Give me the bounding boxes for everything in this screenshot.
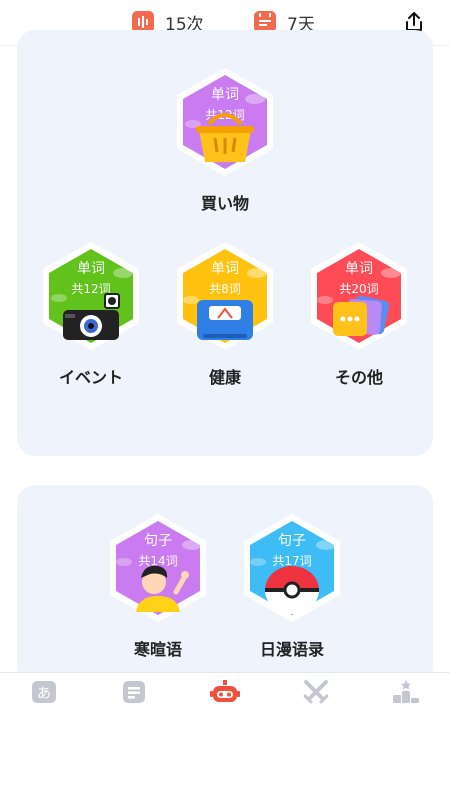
category-other[interactable]: 单词 共20词 その他 xyxy=(299,240,419,388)
category-anime-quotes[interactable]: 句子 共17词 日漫语录 xyxy=(232,512,352,660)
category-badge: 句子 共17词 xyxy=(236,512,348,624)
category-greetings[interactable]: 句子 共14词 寒暄语 xyxy=(98,512,218,660)
category-badge: 句子 共14词 xyxy=(102,512,214,624)
category-shopping[interactable]: 单词 共12词 買い物 xyxy=(165,66,285,214)
category-label: 買い物 xyxy=(200,194,249,213)
tab-battle[interactable] xyxy=(286,679,346,709)
category-health[interactable]: 单词 共8词 健康 xyxy=(165,240,285,388)
shopping-basket-icon xyxy=(196,113,254,162)
category-badge: 单词 共20词 xyxy=(303,240,415,352)
vocabulary-section: 单词 共12词 買い物 单词 共12词 イベント 单词 共8词 健康 单词 共2… xyxy=(17,30,433,456)
swords-icon xyxy=(303,680,329,704)
category-label: 日漫语录 xyxy=(259,640,324,659)
robot-icon xyxy=(210,680,240,702)
category-badge: 单词 共8词 xyxy=(169,240,281,352)
tab-kana[interactable]: あ xyxy=(14,679,74,709)
category-label: 寒暄语 xyxy=(133,640,182,659)
category-label: イベント xyxy=(58,368,123,387)
bottom-tab-bar: あ xyxy=(0,672,450,716)
scale-icon xyxy=(197,300,253,340)
camera-icon xyxy=(63,293,120,340)
category-event[interactable]: 单词 共12词 イベント xyxy=(31,240,151,388)
pokeball-icon xyxy=(265,566,319,614)
document-icon xyxy=(123,681,145,703)
tab-documents[interactable] xyxy=(104,679,164,709)
sentence-section: 句子 共14词 寒暄语 句子 共17词 日漫语录 xyxy=(17,485,433,685)
more-cards-icon xyxy=(333,295,390,336)
tab-ranking[interactable] xyxy=(376,679,436,709)
category-badge: 单词 共12词 xyxy=(35,240,147,352)
ranking-icon xyxy=(393,680,419,703)
kana-icon: あ xyxy=(32,681,56,703)
category-label: その他 xyxy=(334,368,383,387)
svg-text:あ: あ xyxy=(37,686,51,702)
category-label: 健康 xyxy=(208,368,241,387)
waving-boy-icon xyxy=(136,565,189,612)
category-badge: 单词 共12词 xyxy=(169,66,281,178)
tab-robot[interactable] xyxy=(195,679,255,709)
